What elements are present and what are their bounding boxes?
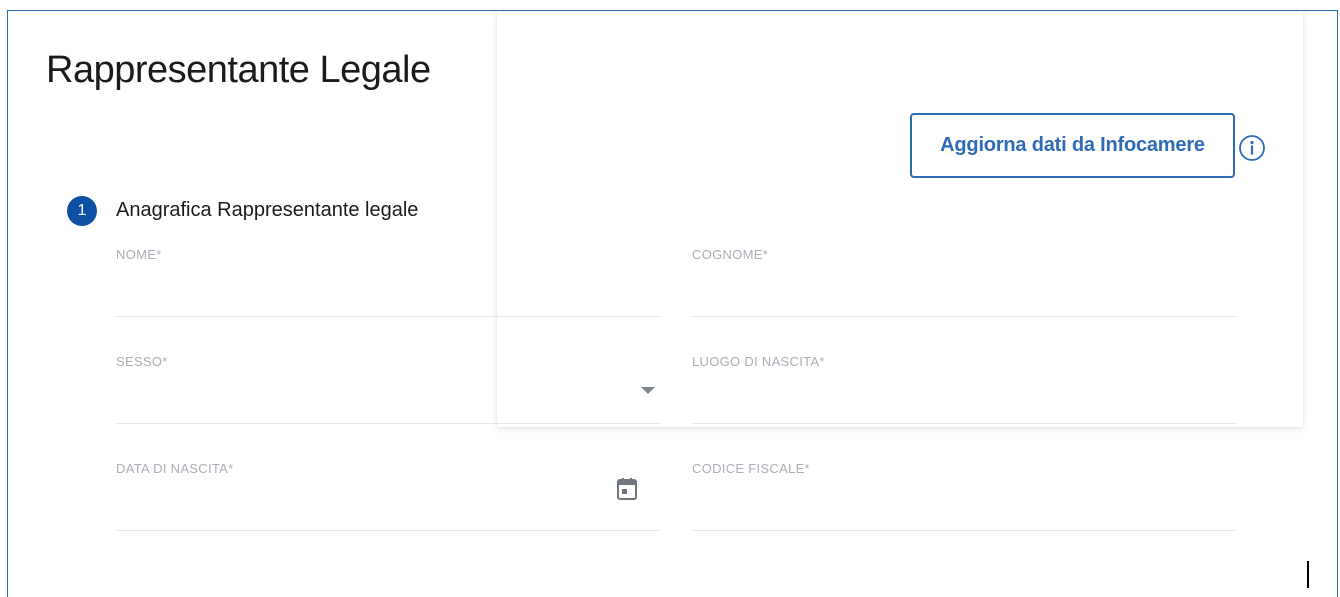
text-cursor xyxy=(1307,561,1309,588)
step-title: Anagrafica Rappresentante legale xyxy=(116,199,419,221)
codice-fiscale-field[interactable]: CODICE FISCALE* xyxy=(692,461,1237,531)
calendar-icon[interactable] xyxy=(615,477,639,501)
info-icon[interactable] xyxy=(1238,134,1266,162)
cognome-field[interactable]: COGNOME* xyxy=(692,247,1237,317)
step-number-badge: 1 xyxy=(67,196,97,226)
sesso-label: SESSO* xyxy=(116,354,168,369)
luogo-nascita-field[interactable]: LUOGO DI NASCITA* xyxy=(692,354,1237,424)
nome-label: NOME* xyxy=(116,247,162,262)
page-title: Rappresentante Legale xyxy=(46,49,431,91)
chevron-down-icon[interactable] xyxy=(641,387,655,394)
sesso-select[interactable]: SESSO* xyxy=(116,354,661,424)
data-nascita-field[interactable]: DATA DI NASCITA* xyxy=(116,461,661,531)
cognome-label: COGNOME* xyxy=(692,247,769,262)
luogo-nascita-label: LUOGO DI NASCITA* xyxy=(692,354,825,369)
update-from-infocamere-button[interactable]: Aggiorna dati da Infocamere xyxy=(910,113,1235,178)
codice-fiscale-label: CODICE FISCALE* xyxy=(692,461,810,476)
data-nascita-label: DATA DI NASCITA* xyxy=(116,461,234,476)
nome-field[interactable]: NOME* xyxy=(116,247,661,317)
